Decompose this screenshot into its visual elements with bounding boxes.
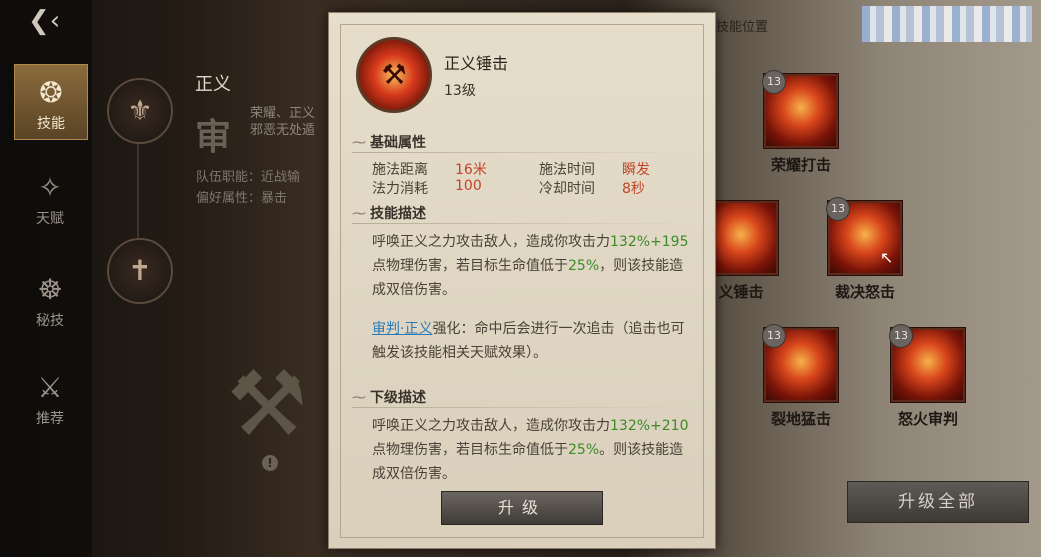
skill-level: 13级 (444, 83, 476, 99)
warning-icon[interactable]: ! (262, 455, 278, 471)
hammer-weapon-icon: ⚒ (226, 352, 308, 457)
skill-slots-title: 技能位置 (716, 20, 769, 35)
glory-strike-icon: 13 (762, 70, 838, 148)
class-name: 正义 (195, 74, 231, 95)
spec-emblem-icon[interactable]: ⚜ (107, 78, 173, 144)
nav-item-label: 秘技 (36, 313, 64, 329)
skill-title: 正义锤击 (444, 54, 509, 73)
skill-name: 裂地猛击 (770, 410, 831, 428)
stat-value-range: 16米 (455, 162, 487, 178)
desc-damage-value: 132%+210 (610, 418, 689, 434)
skill-level-badge: 13 (889, 324, 913, 348)
mouse-cursor-icon: ↖ (880, 248, 894, 267)
stat-value-cast-time: 瞬发 (622, 162, 650, 178)
skill-level-badge: 13 (826, 197, 850, 221)
class-description: 荣耀、正义 邪恶无处遁 (250, 106, 316, 138)
talent-link[interactable]: 审判·正义 (372, 321, 432, 337)
nav-item-label: 推荐 (36, 411, 64, 427)
spec-connector-line (137, 130, 139, 250)
skill-slot-wrath-judgment[interactable]: 13 怒火审判 (889, 324, 965, 429)
section-title: 基础属性 (370, 135, 426, 151)
secret-art-icon: ☸ (37, 273, 63, 306)
section-next-level: ⁓ 下级描述 (352, 387, 426, 407)
desc-text: 点物理伤害，若目标生命值低于 (372, 258, 568, 274)
upgrade-button[interactable]: 升级 (441, 491, 603, 525)
class-glyph: 审 (195, 117, 232, 158)
skill-icon: ❂ (39, 76, 63, 109)
desc-text: 呼唤正义之力攻击敌人，造成你攻击力 (372, 418, 610, 434)
class-role: 队伍职能：近战输 (196, 170, 301, 185)
skill-enhance-text: 审判·正义强化：命中后会进行一次追击（追击也可触发该技能相关天赋效果）。 (372, 317, 692, 365)
spec-emblem-2-icon[interactable]: ✝ (107, 238, 173, 304)
wrath-judgment-icon: 13 (889, 324, 965, 402)
stat-value-cooldown: 8秒 (622, 181, 645, 197)
skill-level-badge: 13 (762, 70, 786, 94)
nav-item-label: 天赋 (36, 211, 64, 227)
section-swirl-icon: ⁓ (352, 206, 366, 222)
desc-threshold-value: 25% (568, 442, 600, 458)
ground-slam-icon: 13 (762, 324, 838, 402)
skill-description-text: 呼唤正义之力攻击敌人，造成你攻击力132%+195 点物理伤害，若目标生命值低于2… (372, 230, 692, 302)
skill-name: 荣耀打击 (770, 156, 831, 174)
skill-slot-glory-strike[interactable]: 13 荣耀打击 (762, 70, 838, 175)
nav-item-secret[interactable]: ☸ 秘技 (14, 262, 86, 336)
section-skill-description: ⁓ 技能描述 (352, 203, 426, 223)
nav-item-recommend[interactable]: ⚔ 推荐 (14, 360, 86, 434)
section-title: 下级描述 (370, 390, 426, 406)
section-swirl-icon: ⁓ (352, 390, 366, 406)
desc-threshold-value: 25% (568, 258, 600, 274)
skill-slot-ground-slam[interactable]: 13 裂地猛击 (762, 324, 838, 429)
skill-name: 裁决怒击 (834, 283, 895, 301)
talent-icon: ✧ (38, 171, 62, 204)
stat-label-mana-cost: 法力消耗 (372, 181, 428, 197)
stat-label-cooldown: 冷却时间 (539, 181, 595, 197)
skill-name: 怒火审判 (897, 410, 958, 428)
stat-label-cast-time: 施法时间 (539, 162, 595, 178)
back-button[interactable]: ❮‹ (28, 6, 78, 36)
divider (352, 407, 692, 408)
desc-text: 点物理伤害，若目标生命值低于 (372, 442, 568, 458)
nav-item-skill[interactable]: ❂ 技能 (14, 64, 88, 140)
skill-level-badge: 13 (762, 324, 786, 348)
desc-text: 呼唤正义之力攻击敌人，造成你攻击力 (372, 234, 610, 250)
stat-label-range: 施法距离 (372, 162, 428, 178)
nav-item-label: 技能 (37, 116, 65, 132)
upgrade-all-button[interactable]: 升级全部 (847, 481, 1029, 523)
back-arrow-icon: ❮‹ (28, 6, 61, 36)
user-id-mosaic (862, 6, 1032, 42)
section-title: 技能描述 (370, 206, 426, 222)
section-swirl-icon: ⁓ (352, 135, 366, 151)
nav-item-talent[interactable]: ✧ 天赋 (14, 160, 86, 234)
justice-hammer-skill-icon: ⚒ (356, 37, 432, 113)
divider (352, 152, 692, 153)
desc-damage-value: 132%+195 (610, 234, 689, 250)
section-base-attributes: ⁓ 基础属性 (352, 132, 426, 152)
class-preferred-attr: 偏好属性：暴击 (196, 191, 288, 206)
recommend-icon: ⚔ (37, 371, 63, 404)
divider (352, 223, 692, 224)
stat-value-mana-cost: 100 (455, 178, 482, 194)
next-level-description-text: 呼唤正义之力攻击敌人，造成你攻击力132%+210 点物理伤害，若目标生命值低于2… (372, 414, 692, 486)
